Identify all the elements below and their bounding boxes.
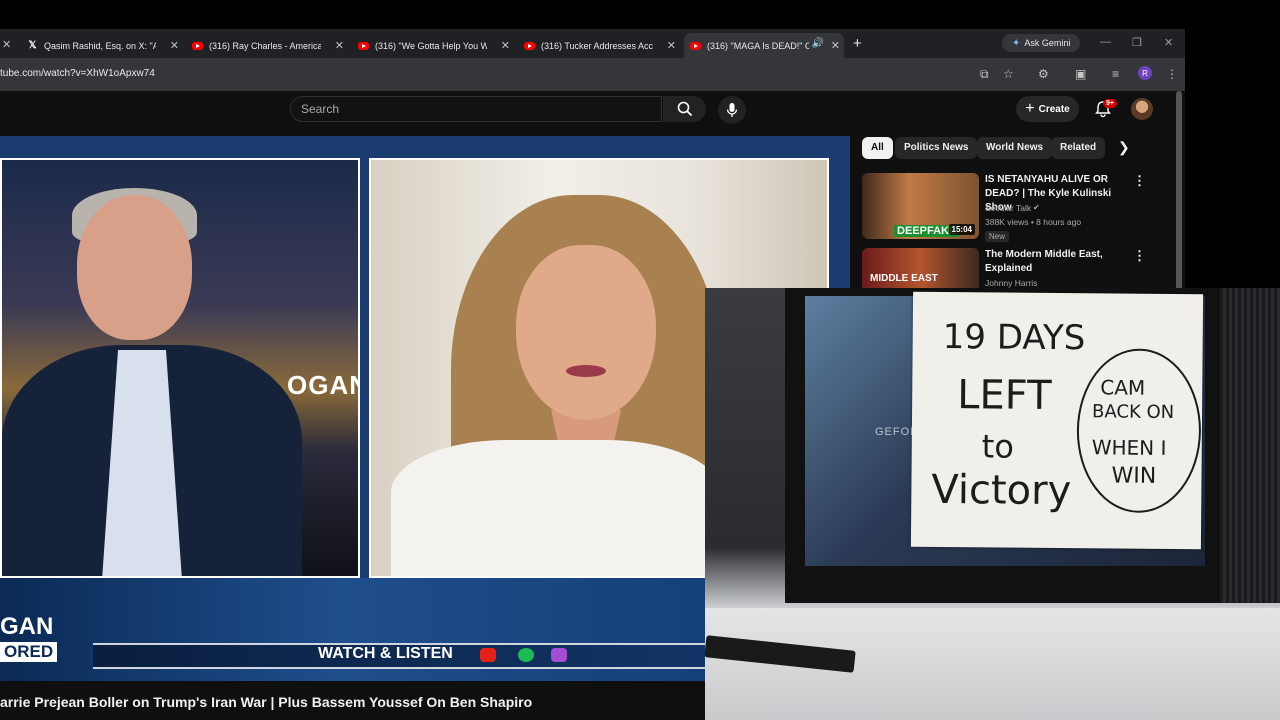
install-app-icon[interactable]: ⧉: [980, 67, 989, 82]
new-tab-button[interactable]: +: [853, 35, 862, 52]
spotify-logo-icon: [518, 648, 534, 662]
tab-title: (316) Tucker Addresses Accusa: [541, 40, 653, 51]
chip-related[interactable]: Related: [1051, 137, 1106, 159]
address-bar[interactable]: tube.com/watch?v=XhW1oApxw74 ⧉ ☆ ⚙ ▣ ≡ R…: [0, 58, 1185, 91]
youtube-icon: [358, 41, 369, 50]
tab-title: (316) "We Gotta Help You Win!: [375, 40, 487, 51]
tab-4[interactable]: (316) Tucker Addresses Accusa ✕: [524, 33, 676, 58]
profile-avatar[interactable]: R: [1138, 66, 1152, 80]
restore-icon[interactable]: ❐: [1132, 36, 1142, 49]
url-text[interactable]: tube.com/watch?v=XhW1oApxw74: [0, 68, 155, 79]
rec-channel-1[interactable]: Secular Talk: [985, 203, 1031, 213]
x-icon: 𝕏: [28, 40, 37, 51]
tab-close-icon[interactable]: ✕: [335, 39, 344, 52]
video-title: arrie Prejean Boller on Trump's Iran War…: [0, 694, 533, 710]
tab-title: (316) "MAGA Is DEAD!" Car: [707, 40, 809, 51]
rec-meta-1: 388K views • 8 hours ago: [985, 217, 1082, 227]
podcasts-logo-icon: [551, 648, 567, 662]
new-badge: New: [985, 231, 1010, 242]
watch-listen-text: WATCH & LISTEN: [318, 645, 453, 662]
voice-search-button[interactable]: [718, 96, 746, 124]
search-icon: [677, 101, 692, 117]
tab-close-icon[interactable]: ✕: [170, 39, 179, 52]
studio-banner-text: OGAN: [287, 370, 358, 400]
create-button[interactable]: + Create: [1016, 96, 1079, 122]
sign-circle-line-3: WHEN I: [1091, 435, 1167, 460]
youtube-icon: [524, 41, 535, 50]
thumb-caption: MIDDLE EAST: [870, 273, 938, 284]
tab-title: (316) Ray Charles - America Th: [209, 40, 321, 51]
page-scrollbar[interactable]: [1176, 91, 1182, 291]
more-actions-icon[interactable]: ⋮: [1133, 248, 1146, 264]
sign-circle-line-1: CAM: [1100, 375, 1146, 400]
sign-circle-line-2: BACK ON: [1091, 401, 1175, 424]
tab-title: Qasim Rashid, Esq. on X: "An u: [44, 40, 156, 51]
sign-circle-line-4: WIN: [1111, 463, 1157, 489]
chevron-right-icon[interactable]: ❯: [1118, 139, 1130, 156]
reading-list-icon[interactable]: ≡: [1112, 67, 1119, 81]
video-host-panel: OGAN: [0, 158, 360, 578]
create-label: Create: [1038, 103, 1070, 115]
handwritten-sign: 19 DAYS LEFT to Victory CAM BACK ON WHEN…: [910, 291, 1204, 550]
webcam-overlay: GEFORCE G 19 DAYS LEFT to Victory CAM BA…: [705, 288, 1280, 720]
microphone-icon: [726, 103, 738, 117]
chip-all[interactable]: All: [862, 137, 893, 159]
tab-3[interactable]: (316) "We Gotta Help You Win! ✕: [358, 33, 510, 58]
tab-1[interactable]: 𝕏 Qasim Rashid, Esq. on X: "An u ✕: [27, 33, 179, 58]
plus-icon: +: [1025, 100, 1035, 117]
more-menu-icon[interactable]: ⋮: [1166, 67, 1178, 81]
media-icon[interactable]: ▣: [1075, 67, 1086, 81]
minimize-icon[interactable]: —: [1100, 36, 1111, 48]
show-logo-subtext: ORED: [0, 642, 58, 662]
tab-2[interactable]: (316) Ray Charles - America Th ✕: [192, 33, 344, 58]
search-button[interactable]: [663, 96, 706, 122]
guest-face: [516, 245, 656, 420]
close-window-icon[interactable]: ✕: [1164, 36, 1173, 49]
notification-count-badge: 9+: [1103, 99, 1117, 108]
sign-line-2: LEFT: [957, 372, 1052, 419]
tab-close-icon[interactable]: ✕: [2, 38, 11, 51]
sign-line-3: to: [981, 427, 1015, 466]
tab-close-icon[interactable]: ✕: [831, 39, 840, 52]
rec-thumbnail-1[interactable]: DEEPFAKE 15:04: [862, 173, 979, 239]
gemini-spark-icon: ✦: [1012, 37, 1021, 49]
guest-jacket: [391, 440, 721, 576]
bookmark-star-icon[interactable]: ☆: [1003, 67, 1014, 81]
chip-world-news[interactable]: World News: [977, 137, 1053, 159]
sign-line-4: Victory: [931, 466, 1072, 515]
tab-strip: ✕ 𝕏 Qasim Rashid, Esq. on X: "An u ✕ (31…: [0, 29, 1185, 58]
more-actions-icon[interactable]: ⋮: [1133, 173, 1146, 189]
top-black-strip: [0, 0, 1280, 29]
browser-chrome: ✕ 𝕏 Qasim Rashid, Esq. on X: "An u ✕ (31…: [0, 29, 1185, 91]
show-logo-text: GAN: [0, 613, 54, 640]
pc-side-mesh: [1220, 288, 1280, 603]
youtube-icon: [690, 41, 701, 50]
chip-politics-news[interactable]: Politics News: [895, 137, 978, 159]
rec-channel-2[interactable]: Johnny Harris: [985, 278, 1037, 288]
tab-5-active[interactable]: (316) "MAGA Is DEAD!" Car 🔊 ✕: [684, 33, 844, 58]
youtube-icon: [192, 41, 203, 50]
duration-badge: 15:04: [948, 224, 975, 235]
sign-line-1: 19 DAYS: [942, 317, 1086, 359]
speaker-icon[interactable]: 🔊: [812, 38, 824, 49]
youtube-logo-icon: [480, 648, 496, 662]
rec-title-2[interactable]: The Modern Middle East, Explained: [985, 248, 1130, 276]
ask-gemini-button[interactable]: ✦ Ask Gemini: [1002, 34, 1081, 52]
extensions-icon[interactable]: ⚙: [1038, 67, 1049, 81]
host-face: [77, 195, 192, 340]
account-avatar[interactable]: [1131, 98, 1153, 120]
guest-lips: [566, 365, 606, 377]
ask-gemini-label: Ask Gemini: [1024, 38, 1071, 48]
tab-close-icon[interactable]: ✕: [667, 39, 676, 52]
verified-icon: ✔: [1033, 203, 1040, 212]
tab-close-icon[interactable]: ✕: [501, 39, 510, 52]
search-input[interactable]: Search: [290, 96, 662, 122]
